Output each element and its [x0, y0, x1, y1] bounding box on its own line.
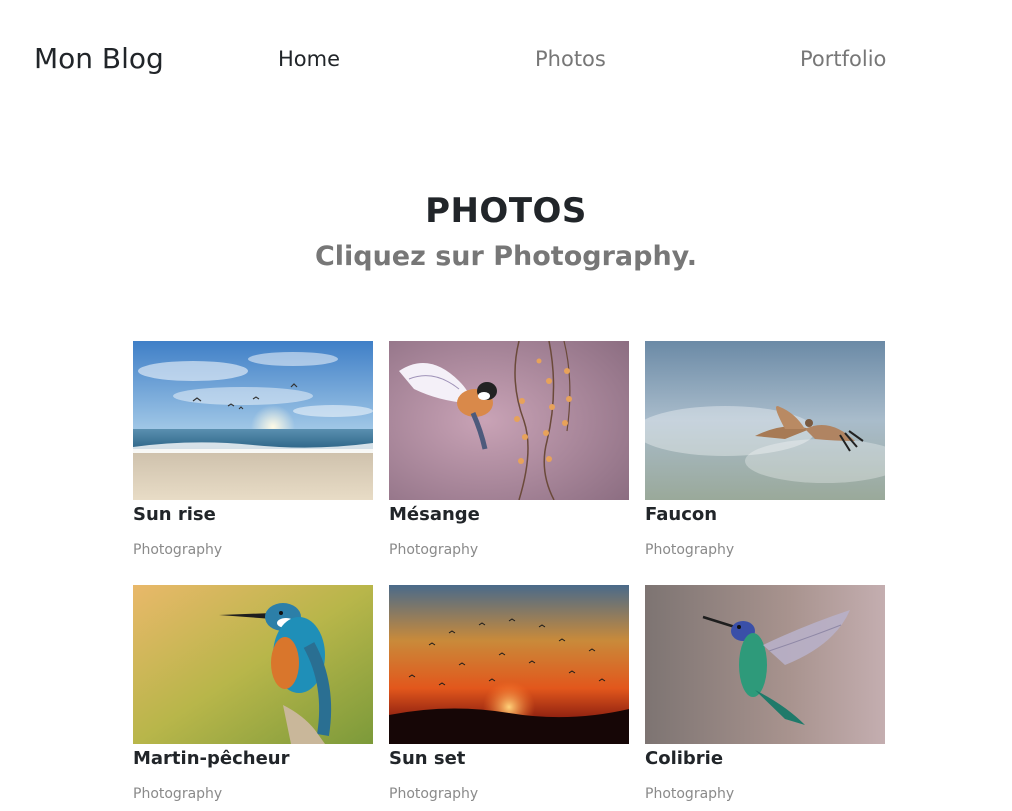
card-title[interactable]: Sun set	[389, 748, 629, 770]
top-navbar: Mon Blog Home Photos Portfolio	[0, 0, 1012, 120]
photo-sun-set[interactable]	[389, 585, 629, 744]
photo-colibrie[interactable]	[645, 585, 885, 744]
page-title: PHOTOS	[425, 191, 587, 231]
nav-link-home[interactable]: Home	[278, 47, 340, 71]
card-category-link[interactable]: Photography	[389, 785, 629, 803]
card-title[interactable]: Faucon	[645, 504, 885, 526]
gallery-card-colibrie: Colibrie Photography	[645, 585, 885, 803]
gallery-card-sun-rise: Sun rise Photography	[133, 341, 373, 559]
card-category-link[interactable]: Photography	[389, 541, 629, 559]
card-title[interactable]: Sun rise	[133, 504, 373, 526]
photo-faucon[interactable]	[645, 341, 885, 500]
sunset-image	[389, 585, 629, 744]
photo-sun-rise[interactable]	[133, 341, 373, 500]
page-subtitle: Cliquez sur Photography.	[314, 241, 698, 272]
photo-martin-pecheur[interactable]	[133, 585, 373, 744]
gallery-card-martin-pecheur: Martin-pêcheur Photography	[133, 585, 373, 803]
nav-link-photos[interactable]: Photos	[535, 47, 606, 71]
falcon-image	[645, 341, 885, 500]
titmouse-image	[389, 341, 629, 500]
kingfisher-image	[133, 585, 373, 744]
card-title[interactable]: Martin-pêcheur	[133, 748, 373, 770]
photo-mesange[interactable]	[389, 341, 629, 500]
brand-logo[interactable]: Mon Blog	[34, 42, 164, 75]
nav-link-portfolio[interactable]: Portfolio	[800, 47, 886, 71]
card-title[interactable]: Mésange	[389, 504, 629, 526]
page-header: PHOTOS Cliquez sur Photography.	[0, 190, 1012, 274]
gallery-card-sun-set: Sun set Photography	[389, 585, 629, 803]
gallery-card-mesange: Mésange Photography	[389, 341, 629, 559]
card-category-link[interactable]: Photography	[133, 541, 373, 559]
card-title[interactable]: Colibrie	[645, 748, 885, 770]
hummingbird-image	[645, 585, 885, 744]
card-category-link[interactable]: Photography	[133, 785, 373, 803]
beach-sunrise-image	[133, 341, 373, 500]
card-category-link[interactable]: Photography	[645, 785, 885, 803]
gallery-card-faucon: Faucon Photography	[645, 341, 885, 559]
card-category-link[interactable]: Photography	[645, 541, 885, 559]
